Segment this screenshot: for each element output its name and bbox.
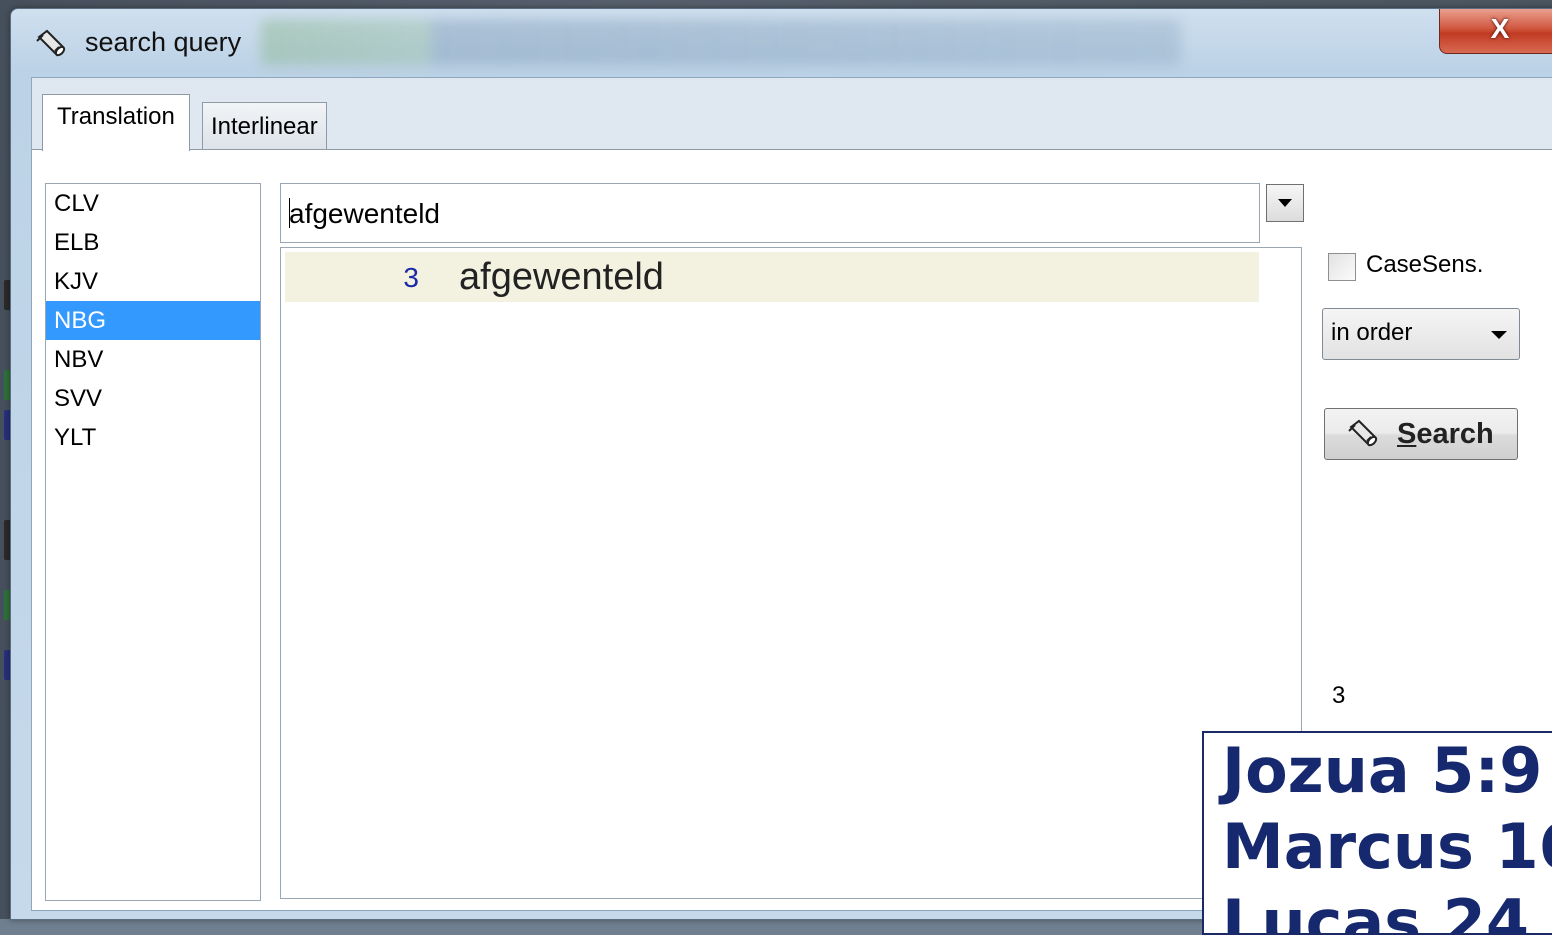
reference-line: Jozua 5:9 [1222,734,1543,807]
search-button[interactable]: Search [1324,408,1518,460]
search-button-label: Search [1397,418,1494,451]
tab-translation[interactable]: Translation [42,94,190,151]
title-bar[interactable]: search query X [11,9,1552,77]
chevron-down-icon [1491,331,1507,339]
order-select-value: in order [1331,319,1413,346]
casesens-checkbox[interactable] [1328,253,1356,281]
title-bar-background-blur [261,19,1181,65]
version-item-svv[interactable]: SVV [46,379,260,418]
casesens-label: CaseSens. [1366,251,1484,278]
search-history-dropdown-button[interactable] [1266,184,1304,222]
search-button-mnemonic: S [1397,418,1417,450]
version-item-nbg[interactable]: NBG [46,301,260,340]
window-title: search query [85,27,242,57]
result-row[interactable]: 3 afgewenteld [285,252,1259,302]
version-item-ylt[interactable]: YLT [46,418,260,457]
version-item-elb[interactable]: ELB [46,223,260,262]
results-list[interactable]: 3 afgewenteld [280,247,1302,899]
version-item-nbv[interactable]: NBV [46,340,260,379]
search-input-value: afgewenteld [289,198,441,229]
result-count: 3 [403,262,419,293]
close-button[interactable]: X [1439,9,1552,54]
reference-line: Marcus 16 [1222,810,1552,883]
version-item-clv[interactable]: CLV [46,184,260,223]
reference-line: Lucas 24 [1222,886,1530,935]
version-item-kjv[interactable]: KJV [46,262,260,301]
flashlight-icon [1348,419,1378,447]
version-list[interactable]: CLV ELB KJV NBG NBV SVV YLT [45,183,261,901]
result-word: afgewenteld [459,256,664,298]
order-select[interactable]: in order [1322,308,1520,360]
search-input[interactable]: afgewenteld [280,183,1260,243]
tab-strip: Translation Interlinear [32,78,1552,151]
result-total-count: 3 [1332,682,1346,709]
flashlight-icon [36,29,66,57]
scripture-reference-overlay: Jozua 5:9 Marcus 16 Lucas 24 [1202,731,1552,935]
search-button-label-rest: earch [1416,418,1494,450]
tab-interlinear[interactable]: Interlinear [202,102,327,149]
